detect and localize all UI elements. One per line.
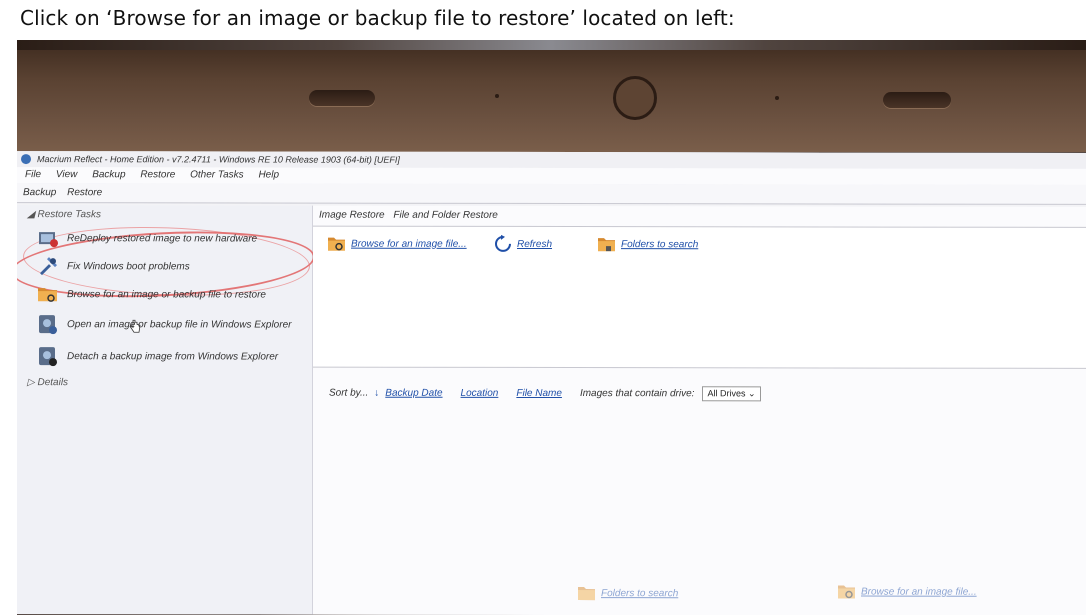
main-tabs: Backup Restore: [17, 183, 1086, 205]
window-title: Macrium Reflect - Home Edition - v7.2.47…: [37, 154, 400, 165]
task-fix-boot[interactable]: Fix Windows boot problems: [37, 255, 307, 277]
browse-image-link[interactable]: Browse for an image file...: [327, 235, 467, 253]
tab-backup[interactable]: Backup: [23, 187, 56, 198]
restore-subtabs: Image Restore File and Folder Restore: [319, 210, 504, 221]
menu-file[interactable]: File: [25, 169, 41, 180]
instruction-text: Click on ‘Browse for an image or backup …: [20, 6, 735, 30]
bottom-browse-link[interactable]: Browse for an image file...: [837, 582, 977, 600]
sort-label: Sort by...: [329, 387, 369, 399]
tab-file-folder-restore[interactable]: File and Folder Restore: [393, 210, 498, 221]
bezel-slot-right: [883, 92, 951, 108]
bezel-dot: [775, 96, 779, 100]
folder-search-icon: [38, 288, 57, 302]
section-details[interactable]: ▷ Details: [27, 377, 68, 388]
task-redeploy[interactable]: ReDeploy restored image to new hardware: [37, 227, 307, 249]
drive-filter-label: Images that contain drive:: [579, 388, 695, 400]
drive-filter-select[interactable]: All Drives ⌄: [702, 386, 761, 402]
folder-icon: [578, 587, 595, 601]
disk-open-icon: [39, 315, 57, 335]
folder-icon: [598, 238, 615, 252]
sort-file-name[interactable]: File Name: [516, 388, 562, 399]
app-icon: [21, 154, 31, 165]
sort-bar: Sort by... ↓ Backup Date Location File N…: [329, 386, 761, 402]
title-bar: Macrium Reflect - Home Edition - v7.2.47…: [17, 151, 1086, 169]
menu-bar: File View Backup Restore Other Tasks Hel…: [17, 167, 1086, 185]
task-open-explorer[interactable]: Open an image or backup file in Windows …: [37, 313, 307, 335]
bezel-dot: [495, 94, 499, 98]
app-window: Macrium Reflect - Home Edition - v7.2.47…: [17, 151, 1086, 615]
menu-restore[interactable]: Restore: [140, 169, 175, 180]
tab-image-restore[interactable]: Image Restore: [319, 210, 385, 221]
menu-other-tasks[interactable]: Other Tasks: [190, 169, 244, 180]
tools-icon: [40, 257, 57, 276]
bottom-folders-link[interactable]: Folders to search: [577, 584, 678, 602]
expand-icon: ▷: [27, 377, 38, 389]
screen-photo: Macrium Reflect - Home Edition - v7.2.47…: [17, 40, 1086, 615]
menu-view[interactable]: View: [56, 169, 78, 180]
disk-detach-icon: [39, 347, 57, 367]
folders-to-search-link[interactable]: Folders to search: [597, 235, 698, 253]
laptop-bezel: [17, 40, 1086, 152]
menu-help[interactable]: Help: [258, 169, 279, 180]
restore-toolbar: Browse for an image file... Refresh Fold…: [313, 225, 1086, 369]
sort-arrow-icon: ↓: [374, 387, 380, 399]
refresh-icon: [495, 234, 511, 252]
task-browse-image[interactable]: Browse for an image or backup file to re…: [37, 283, 307, 305]
section-restore-tasks[interactable]: ◢ Restore Tasks: [27, 209, 101, 220]
background-strip: [17, 40, 1086, 50]
menu-backup[interactable]: Backup: [92, 169, 125, 180]
empty-state-links: Folders to search Browse for an image fi…: [313, 206, 1086, 601]
restore-pane: Image Restore File and Folder Restore Br…: [313, 205, 1086, 615]
tasks-pane: ◢ Restore Tasks ReDeploy restored image …: [17, 205, 317, 615]
folder-search-icon: [328, 237, 345, 251]
bezel-slot-left: [309, 90, 375, 106]
redeploy-icon: [39, 232, 58, 248]
folder-search-icon: [838, 585, 855, 599]
collapse-icon: ◢: [27, 209, 38, 221]
webcam: [613, 76, 657, 120]
tab-restore[interactable]: Restore: [67, 187, 102, 198]
sort-location[interactable]: Location: [461, 388, 499, 399]
sort-backup-date[interactable]: Backup Date: [385, 388, 442, 399]
refresh-link[interactable]: Refresh: [493, 234, 552, 253]
task-detach-image[interactable]: Detach a backup image from Windows Explo…: [37, 345, 307, 367]
